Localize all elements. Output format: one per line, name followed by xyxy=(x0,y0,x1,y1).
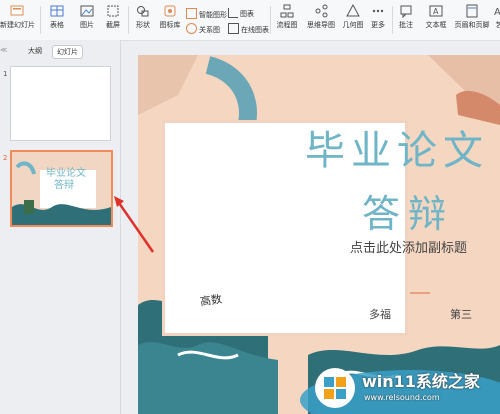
tab-slides[interactable]: 幻灯片 xyxy=(52,45,83,59)
slide-title-line2[interactable]: 答辩 xyxy=(362,183,454,238)
screenshot-button[interactable]: 截屏 xyxy=(102,2,124,30)
more-button[interactable]: 更多 xyxy=(368,2,388,30)
slide-number-2: 2 xyxy=(3,154,8,162)
smart-graphic-button[interactable]: 智能图形 xyxy=(186,8,227,20)
chart-label: 图表 xyxy=(240,10,254,18)
flowchart-label: 流程图 xyxy=(276,21,298,29)
watermark-url: www.relsound.com xyxy=(364,393,440,402)
table-label: 表格 xyxy=(50,21,64,29)
comment-button[interactable]: 批注 xyxy=(396,2,416,30)
pin-icon[interactable]: ≪ xyxy=(0,46,7,54)
picture-icon xyxy=(80,5,94,17)
comment-icon xyxy=(400,5,412,18)
slide-number-1: 1 xyxy=(3,70,8,78)
art-text-button[interactable]: A 艺 xyxy=(492,2,500,30)
header-footer-icon xyxy=(466,4,478,18)
textbox-label: 文本框 xyxy=(425,21,447,29)
online-chart-button[interactable]: 在线图表 xyxy=(228,23,269,35)
table-button[interactable]: 表格 xyxy=(46,2,68,30)
picture-button[interactable]: 图片 xyxy=(76,2,98,30)
author-name[interactable]: 多福 xyxy=(369,306,391,322)
shape-button[interactable]: 形状 xyxy=(132,2,154,30)
scissors-icon xyxy=(107,5,119,17)
slide-thumbnail-1[interactable] xyxy=(10,66,111,141)
online-chart-label: 在线图表 xyxy=(241,26,269,34)
relation-graph-icon xyxy=(186,23,197,34)
smart-graphic-label: 智能图形 xyxy=(199,11,227,19)
flowchart-icon xyxy=(280,4,294,18)
header-footer-label: 页眉和页脚 xyxy=(454,21,490,29)
mindmap-button[interactable]: 思维导图 xyxy=(306,2,336,30)
windows-logo-icon xyxy=(315,368,355,408)
table-icon xyxy=(50,5,64,17)
screenshot-label: 截屏 xyxy=(106,21,120,29)
slide-thumbnail-2[interactable]: 毕业论文 答辩 xyxy=(10,150,113,227)
art-text-icon: A xyxy=(494,7,500,18)
thumbnail-title-2: 答辩 xyxy=(54,180,74,191)
art-text-label: 艺 xyxy=(496,21,500,29)
geometry-label: 几何图 xyxy=(342,21,364,29)
mindmap-label: 思维导图 xyxy=(307,21,335,29)
flowchart-button[interactable]: 流程图 xyxy=(274,2,300,30)
picture-label: 图片 xyxy=(80,21,94,29)
relation-graph-button[interactable]: 关系图 xyxy=(186,23,220,35)
icon-library-button[interactable]: 图标库 xyxy=(158,2,182,30)
new-slide-button[interactable]: 新建幻灯片 xyxy=(0,2,35,30)
shape-icon xyxy=(137,6,149,17)
geometry-icon xyxy=(346,4,360,17)
new-slide-label: 新建幻灯片 xyxy=(0,21,35,29)
icon-library-label: 图标库 xyxy=(159,21,181,29)
smart-graphic-icon xyxy=(186,8,197,19)
ribbon-toolbar: 新建幻灯片 表格 图片 截屏 形状 图标库 智能图形 关系图 图表 在线图表 流… xyxy=(0,0,500,41)
watermark-text: win11系统之家 xyxy=(362,372,480,391)
slide-subtitle[interactable]: 点击此处添加副标题 xyxy=(350,237,467,256)
svg-text:A: A xyxy=(494,7,500,18)
textbox-icon: A xyxy=(429,5,443,17)
slide-icon xyxy=(10,5,24,16)
comment-label: 批注 xyxy=(399,21,413,29)
more-label: 更多 xyxy=(371,21,385,29)
book-label: 高数 xyxy=(199,292,223,309)
geometry-button[interactable]: 几何图 xyxy=(342,2,364,30)
textbox-button[interactable]: A 文本框 xyxy=(422,2,450,30)
tab-outline[interactable]: 大纲 xyxy=(28,46,42,56)
shape-label: 形状 xyxy=(136,21,150,29)
svg-text:A: A xyxy=(433,7,439,16)
online-chart-icon xyxy=(228,23,239,34)
slide-title-line1[interactable]: 毕业论文 xyxy=(305,118,500,176)
header-footer-button[interactable]: 页眉和页脚 xyxy=(454,2,490,30)
icon-library-icon xyxy=(164,5,176,17)
chart-icon xyxy=(228,8,238,18)
more-icon xyxy=(372,9,384,13)
pane-tabs: ≪ 大纲 幻灯片 xyxy=(0,44,120,59)
chart-button[interactable]: 图表 xyxy=(228,8,254,19)
author-name-2[interactable]: 第三 xyxy=(450,306,472,322)
mindmap-icon xyxy=(315,4,328,18)
subtitle-divider xyxy=(410,292,430,294)
relation-graph-label: 关系图 xyxy=(199,26,220,34)
